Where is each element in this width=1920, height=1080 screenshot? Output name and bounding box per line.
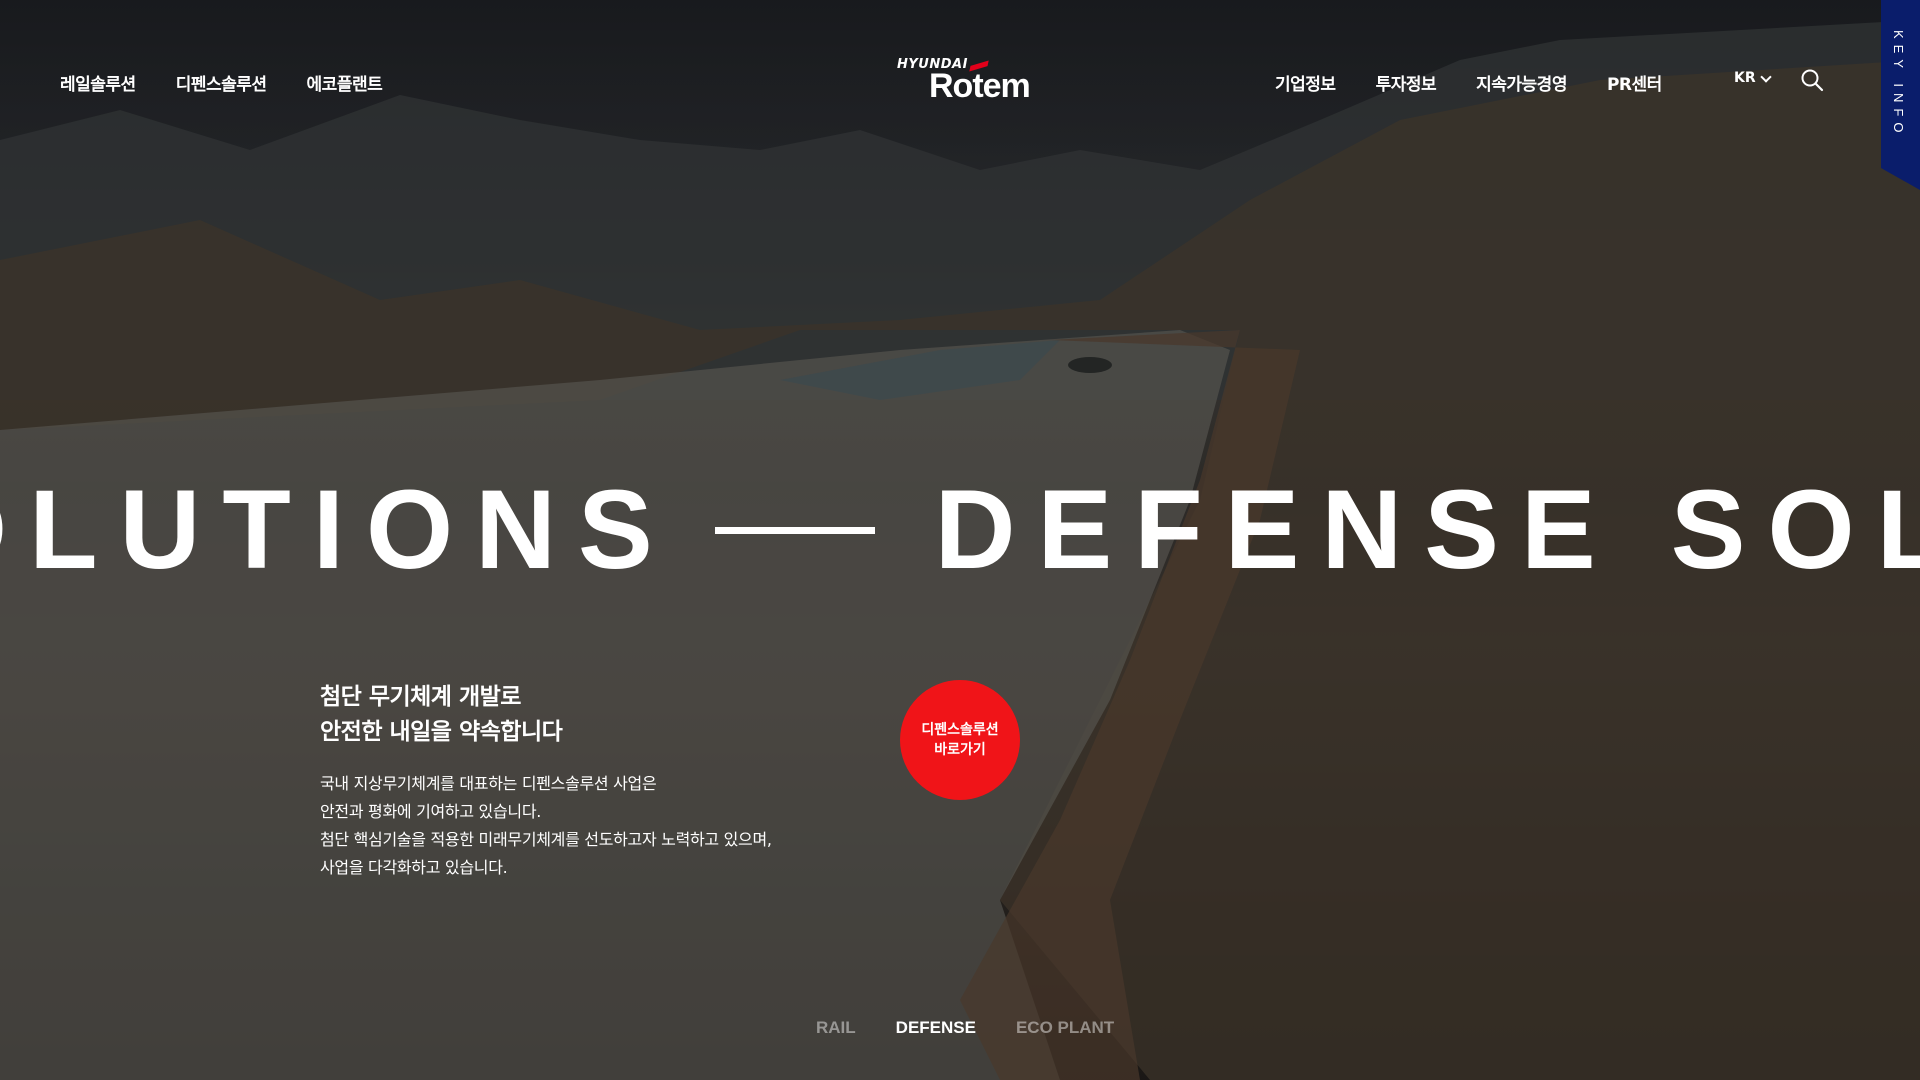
marquee-dash [714,526,875,534]
business-tabs: RAIL DEFENSE ECO PLANT [816,1018,1114,1038]
nav-item-sustainability[interactable]: 지속가능경영 [1476,70,1567,95]
hero-description-line: 국내 지상무기체계를 대표하는 디펜스솔루션 사업은 [320,774,657,793]
hero-description-line: 사업을 다각화하고 있습니다. [320,858,508,877]
cta-label-line-2: 바로가기 [934,742,986,758]
cta-label-line-1: 디펜스솔루션 [921,722,999,738]
primary-nav-right: 기업정보 투자정보 지속가능경영 PR센터 [1275,70,1662,95]
marquee-track: OLUTIONS DEFENSE SOL [0,470,1920,590]
language-selector[interactable]: KR [1734,70,1772,86]
hero-tagline-line-2: 안전한 내일을 약속합니다 [320,719,563,745]
chevron-down-icon [1759,70,1772,83]
key-info-tab-tip [1881,168,1920,190]
hyundai-rotem-logo[interactable]: HYUNDAI Rotem [896,57,1031,107]
primary-nav-left: 레일솔루션 디펜스솔루션 에코플랜트 [60,70,383,95]
nav-item-defense-solution[interactable]: 디펜스솔루션 [176,70,267,95]
nav-item-company-info[interactable]: 기업정보 [1275,70,1336,95]
key-info-label: KEY INFO [1891,30,1906,139]
tab-defense[interactable]: DEFENSE [896,1018,976,1038]
search-icon[interactable] [1800,68,1824,92]
nav-item-pr-center[interactable]: PR센터 [1607,70,1662,95]
marquee-text-right: DEFENSE SOL [934,470,1920,590]
marquee-text-left: OLUTIONS [0,470,675,590]
tab-eco-plant[interactable]: ECO PLANT [1016,1018,1114,1038]
hero-description: 국내 지상무기체계를 대표하는 디펜스솔루션 사업은 안전과 평화에 기여하고 … [320,770,772,882]
hero-tagline-line-1: 첨단 무기체계 개발로 [320,684,521,710]
key-info-button[interactable]: KEY INFO [1881,0,1920,190]
nav-item-investor-relations[interactable]: 투자정보 [1376,70,1437,95]
defense-solution-cta-button[interactable]: 디펜스솔루션 바로가기 [900,680,1020,800]
nav-item-eco-plant[interactable]: 에코플랜트 [307,70,383,95]
language-label: KR [1734,70,1756,86]
logo-rotem-text: Rotem [929,67,1031,105]
hero-description-line: 첨단 핵심기술을 적용한 미래무기체계를 선도하고자 노력하고 있으며, [320,830,772,849]
hero-description-line: 안전과 평화에 기여하고 있습니다. [320,802,542,821]
nav-item-rail-solution[interactable]: 레일솔루션 [60,70,136,95]
hero-tagline: 첨단 무기체계 개발로 안전한 내일을 약속합니다 [320,680,563,750]
tab-rail[interactable]: RAIL [816,1018,856,1038]
solutions-marquee: OLUTIONS DEFENSE SOL [0,470,1920,590]
